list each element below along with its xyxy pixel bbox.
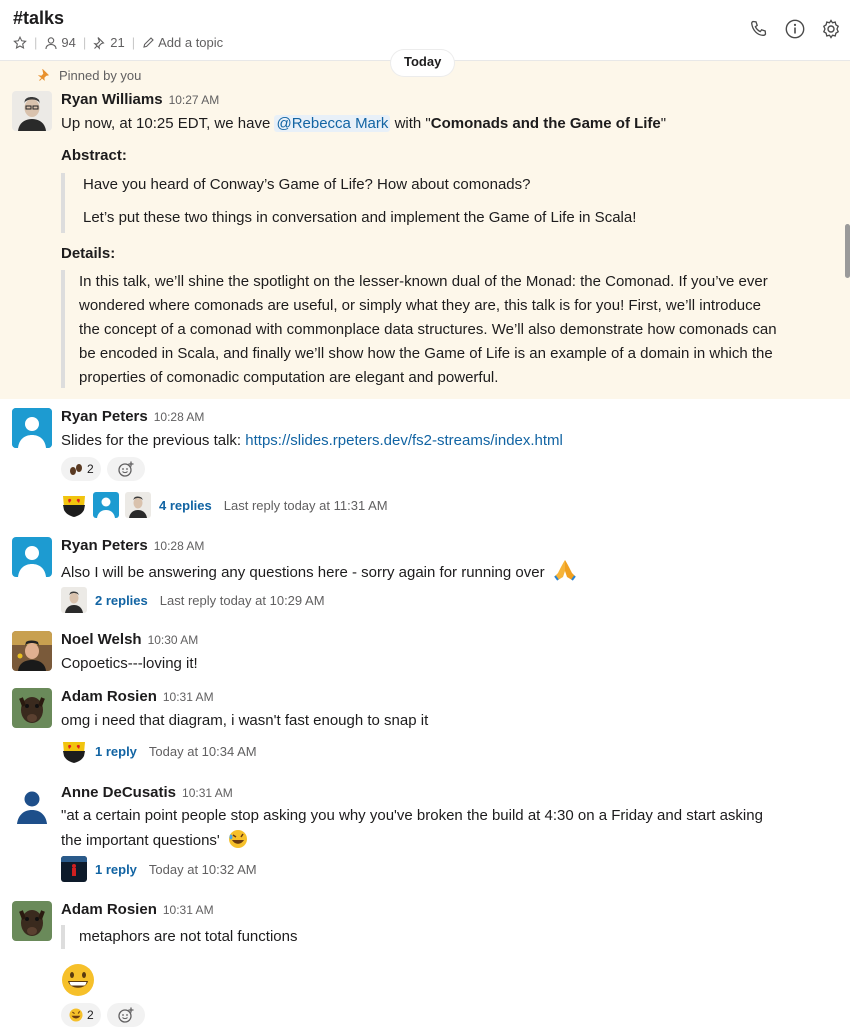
rofl-emoji (69, 1008, 83, 1022)
pin-icon (38, 69, 50, 81)
message-author[interactable]: Ryan Peters 10:28 AM (61, 537, 204, 554)
message-quote: metaphors are not total functions (61, 925, 297, 949)
header-actions (748, 18, 842, 40)
message-text: omg i need that diagram, i wasn't fast e… (61, 712, 429, 729)
message-text: Slides for the previous talk: https://sl… (61, 432, 563, 449)
message-author[interactable]: Adam Rosien 10:31 AM (61, 901, 214, 918)
footprints-icon (70, 464, 82, 475)
grinning-emoji (61, 963, 95, 1001)
reaction-button[interactable]: 2 (61, 457, 101, 481)
pin-count: 21 (110, 35, 125, 50)
reply-avatar (93, 492, 119, 518)
add-topic-button[interactable]: Add a topic (142, 35, 223, 50)
message-author[interactable]: Noel Welsh 10:30 AM (61, 631, 198, 648)
last-reply: Last reply today at 11:31 AM (223, 497, 388, 513)
thread-summary[interactable]: 1 reply Today at 10:34 AM (61, 738, 257, 764)
thread-summary[interactable]: 1 reply Today at 10:32 AM (61, 856, 257, 882)
details-heading: Details: (61, 245, 116, 262)
reply-avatar (61, 492, 87, 518)
message-text: Also I will be answering any questions h… (61, 558, 578, 585)
reply-avatar (61, 856, 87, 882)
user-mention[interactable]: @Rebecca Mark (274, 115, 391, 132)
reply-avatar (61, 587, 87, 613)
add-topic-label: Add a topic (158, 35, 224, 50)
member-count: 94 (61, 35, 76, 50)
message-timestamp[interactable]: 10:31 AM (163, 690, 214, 704)
reply-avatar (125, 492, 151, 518)
channel-meta: | 94 | 21 | Add a topic (13, 35, 223, 50)
message-text: "at a certain point people stop asking y… (61, 807, 763, 849)
pinned-label: Pinned by you (59, 68, 142, 83)
add-emoji-icon (118, 1007, 134, 1023)
star-icon (13, 35, 27, 49)
folded-hands-emoji (553, 560, 576, 581)
rofl-emoji (228, 830, 247, 848)
message-timestamp[interactable]: 10:30 AM (148, 633, 199, 647)
pin-icon (93, 36, 105, 50)
reply-avatar (61, 738, 87, 764)
message-author[interactable]: Ryan Peters 10:28 AM (61, 408, 204, 425)
message-author[interactable]: Anne DeCusatis 10:31 AM (61, 784, 233, 801)
add-emoji-icon (118, 461, 134, 477)
star-button[interactable] (13, 35, 27, 50)
message-link[interactable]: https://slides.rpeters.dev/fs2-streams/i… (245, 432, 563, 449)
replies-link[interactable]: 4 replies (159, 498, 212, 513)
pinned-note: Pinned by you (38, 68, 141, 83)
add-reaction-button[interactable] (107, 1003, 145, 1027)
message-timestamp[interactable]: 10:31 AM (163, 903, 214, 917)
channel-name[interactable]: #talks (13, 8, 64, 29)
reaction-button[interactable]: 2 (61, 1003, 101, 1027)
message-author[interactable]: Adam Rosien 10:31 AM (61, 688, 214, 705)
message-author[interactable]: Ryan Williams 10:27 AM (61, 91, 219, 108)
avatar[interactable] (12, 408, 52, 448)
members-button[interactable]: 94 (44, 35, 76, 50)
scrollbar[interactable] (845, 224, 850, 278)
abstract-quote: Have you heard of Conway’s Game of Life?… (61, 173, 636, 233)
message-text: Copoetics---loving it! (61, 655, 198, 672)
avatar[interactable] (12, 631, 52, 671)
abstract-heading: Abstract: (61, 147, 127, 164)
message-timestamp[interactable]: 10:31 AM (182, 786, 233, 800)
person-icon (45, 36, 57, 49)
last-reply: Last reply today at 10:29 AM (159, 592, 325, 608)
thread-summary[interactable]: 2 replies Last reply today at 10:29 AM (61, 587, 325, 613)
phone-icon[interactable] (748, 18, 770, 40)
details-quote: In this talk, we’ll shine the spotlight … (61, 270, 841, 388)
avatar[interactable] (12, 901, 52, 941)
message-text: Up now, at 10:25 EDT, we have @Rebecca M… (61, 115, 667, 132)
add-reaction-button[interactable] (107, 457, 145, 481)
avatar[interactable] (12, 688, 52, 728)
last-reply: Today at 10:34 AM (148, 743, 257, 759)
replies-link[interactable]: 2 replies (95, 593, 148, 608)
message-timestamp[interactable]: 10:28 AM (154, 410, 205, 424)
date-divider[interactable]: Today (391, 50, 455, 76)
message-timestamp[interactable]: 10:27 AM (169, 93, 220, 107)
pencil-icon (143, 37, 154, 48)
message-timestamp[interactable]: 10:28 AM (154, 539, 205, 553)
info-icon[interactable] (784, 18, 806, 40)
pins-button[interactable]: 21 (93, 35, 125, 50)
thread-summary[interactable]: 4 replies Last reply today at 11:31 AM (61, 492, 388, 518)
avatar[interactable] (12, 91, 52, 131)
replies-link[interactable]: 1 reply (95, 744, 137, 759)
avatar[interactable] (12, 784, 52, 824)
last-reply: Today at 10:32 AM (148, 861, 257, 877)
gear-icon[interactable] (820, 18, 842, 40)
replies-link[interactable]: 1 reply (95, 862, 137, 877)
avatar[interactable] (12, 537, 52, 577)
